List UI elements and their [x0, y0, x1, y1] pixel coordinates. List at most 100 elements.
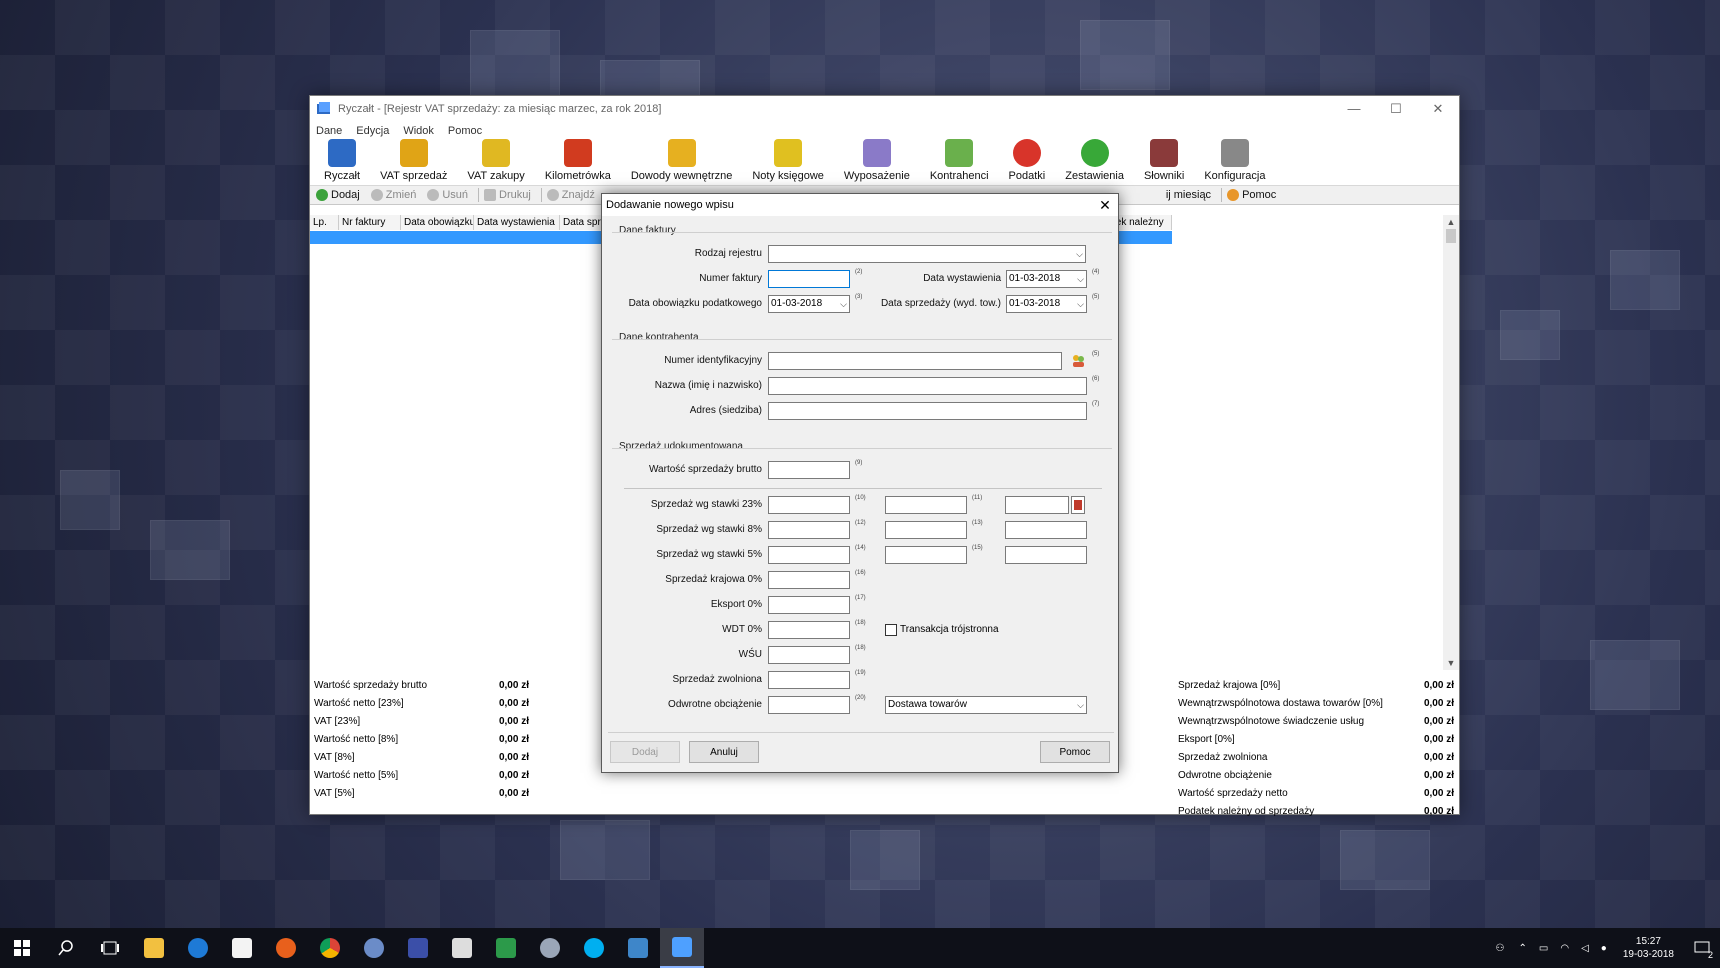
col-lp[interactable]: Lp. [310, 215, 339, 230]
search-button[interactable] [44, 928, 88, 968]
toolbar-car[interactable]: Kilometrówka [535, 139, 621, 185]
rate8-vat-input[interactable] [885, 521, 967, 539]
action-center-button[interactable]: 2 [1684, 928, 1720, 968]
system-tray: ⚇ ⌃ ▭ ◠ ◁ ● 15:27 19-03-2018 2 [1488, 928, 1720, 968]
titlebar[interactable]: Ryczałt - [Rejestr VAT sprzedaży: za mie… [310, 96, 1459, 121]
wdt-input[interactable] [768, 621, 850, 639]
task-view-button[interactable] [88, 928, 132, 968]
menu-edycja[interactable]: Edycja [356, 125, 389, 137]
app-tray-icon[interactable]: ● [1595, 943, 1613, 954]
add-button[interactable]: Dodaj [313, 189, 368, 201]
address-input[interactable] [768, 402, 1087, 420]
scroll-down-icon[interactable]: ▼ [1443, 656, 1459, 670]
contractors-lookup-icon[interactable] [1070, 353, 1086, 369]
rate5-label: Sprzedaż wg stawki 5% [656, 549, 762, 560]
name-input[interactable] [768, 377, 1087, 395]
minimize-button[interactable]: — [1333, 96, 1375, 121]
taskbar-store[interactable] [220, 928, 264, 968]
taskbar-ryczalt[interactable] [660, 928, 704, 968]
rate23-gross-input[interactable] [1005, 496, 1069, 514]
scroll-thumb[interactable] [1446, 229, 1456, 243]
find-button[interactable]: Znajdź [544, 189, 603, 201]
start-button[interactable] [0, 928, 44, 968]
col-tax-date[interactable]: Data obowiązku [401, 215, 474, 230]
rate5-net-input[interactable] [768, 546, 850, 564]
add-entry-button[interactable]: Dodaj [610, 741, 680, 763]
issue-date-picker[interactable]: 01-03-2018 ⌵ [1006, 270, 1087, 288]
close-window-button[interactable]: ✕ [1417, 96, 1459, 121]
print-button[interactable]: Drukuj [481, 189, 539, 201]
close-icon[interactable]: ✕ [1092, 197, 1118, 214]
reverse-type-select[interactable]: Dostawa towarów ⌵ [885, 696, 1087, 714]
reverse-input[interactable] [768, 696, 850, 714]
menu-widok[interactable]: Widok [403, 125, 434, 137]
tax-date-label: Data obowiązku podatkowego [628, 298, 762, 309]
toolbar-reports[interactable]: Zestawienia [1055, 139, 1134, 185]
triangular-label[interactable]: Transakcja trójstronna [900, 624, 999, 635]
toolbar-internal-docs[interactable]: Dowody wewnętrzne [621, 139, 743, 185]
scroll-up-icon[interactable]: ▲ [1443, 215, 1459, 229]
taskbar-app3[interactable] [440, 928, 484, 968]
sale-date-picker[interactable]: 01-03-2018 ⌵ [1006, 295, 1087, 313]
tax-id-input[interactable] [768, 352, 1062, 370]
wifi-icon[interactable]: ◠ [1554, 943, 1575, 954]
maximize-button[interactable]: ☐ [1375, 96, 1417, 121]
help-dialog-button[interactable]: Pomoc [1040, 741, 1110, 763]
taskbar-app6[interactable] [616, 928, 660, 968]
register-type-select[interactable]: ⌵ [768, 245, 1086, 263]
taskbar-firefox[interactable] [264, 928, 308, 968]
rate23-net-input[interactable] [768, 496, 850, 514]
col-issue-date[interactable]: Data wystawienia [474, 215, 560, 230]
exempt-input[interactable] [768, 671, 850, 689]
domestic0-input[interactable] [768, 571, 850, 589]
dialog-titlebar[interactable]: Dodawanie nowego wpisu ✕ [602, 194, 1118, 216]
toolbar-wrench[interactable]: Konfiguracja [1194, 139, 1275, 185]
taskbar-edge[interactable] [176, 928, 220, 968]
field-number: (15) [972, 545, 983, 551]
tax-date-picker[interactable]: 01-03-2018 ⌵ [768, 295, 850, 313]
col-sale-date[interactable]: Data sprz [560, 215, 602, 230]
cancel-button[interactable]: Anuluj [689, 741, 759, 763]
toolbar-equipment[interactable]: Wyposażenie [834, 139, 920, 185]
people-icon[interactable]: ⚇ [1488, 943, 1513, 954]
edit-button[interactable]: Zmień [368, 189, 425, 201]
wsu-input[interactable] [768, 646, 850, 664]
toolbar-vat-sales[interactable]: VAT sprzedaż [370, 139, 457, 185]
toolbar-vat-purchases[interactable]: VAT zakupy [457, 139, 534, 185]
toolbar-notes[interactable]: Noty księgowe [742, 139, 834, 185]
export-input[interactable] [768, 596, 850, 614]
toolbar-taxes[interactable]: Podatki [999, 139, 1056, 185]
help-button[interactable]: Pomoc [1224, 189, 1284, 201]
taskbar-app1[interactable] [352, 928, 396, 968]
taskbar-app2[interactable] [396, 928, 440, 968]
delete-button[interactable]: Usuń [424, 189, 476, 201]
rate8-net-input[interactable] [768, 521, 850, 539]
col-tax-due[interactable]: tek należny [1110, 215, 1172, 230]
volume-icon[interactable]: ◁ [1575, 943, 1595, 954]
taskbar-skype[interactable] [572, 928, 616, 968]
gross-input[interactable] [768, 461, 850, 479]
month-button[interactable]: ij miesiąc [1163, 189, 1219, 201]
col-invoice-no[interactable]: Nr faktury [339, 215, 401, 230]
rate5-gross-input[interactable] [1005, 546, 1087, 564]
menu-pomoc[interactable]: Pomoc [448, 125, 482, 137]
rate8-gross-input[interactable] [1005, 521, 1087, 539]
taskbar-app4[interactable] [484, 928, 528, 968]
chevron-up-icon[interactable]: ⌃ [1513, 943, 1533, 954]
invoice-no-input[interactable] [768, 270, 850, 288]
menu-dane[interactable]: Dane [316, 125, 342, 137]
calculator-button[interactable] [1071, 496, 1085, 514]
vertical-scrollbar[interactable]: ▲ ▼ [1443, 215, 1459, 670]
triangular-checkbox[interactable] [885, 624, 897, 636]
toolbar-contractors[interactable]: Kontrahenci [920, 139, 999, 185]
rate5-vat-input[interactable] [885, 546, 967, 564]
taskbar-explorer[interactable] [132, 928, 176, 968]
rate23-vat-input[interactable] [885, 496, 967, 514]
field-number: (10) [855, 495, 866, 501]
toolbar-dictionary[interactable]: Słowniki [1134, 139, 1194, 185]
taskbar-chrome[interactable] [308, 928, 352, 968]
clock[interactable]: 15:27 19-03-2018 [1613, 935, 1684, 961]
battery-icon[interactable]: ▭ [1533, 943, 1554, 954]
toolbar-ryczalt-book[interactable]: Ryczałt [314, 139, 370, 185]
taskbar-app5[interactable] [528, 928, 572, 968]
